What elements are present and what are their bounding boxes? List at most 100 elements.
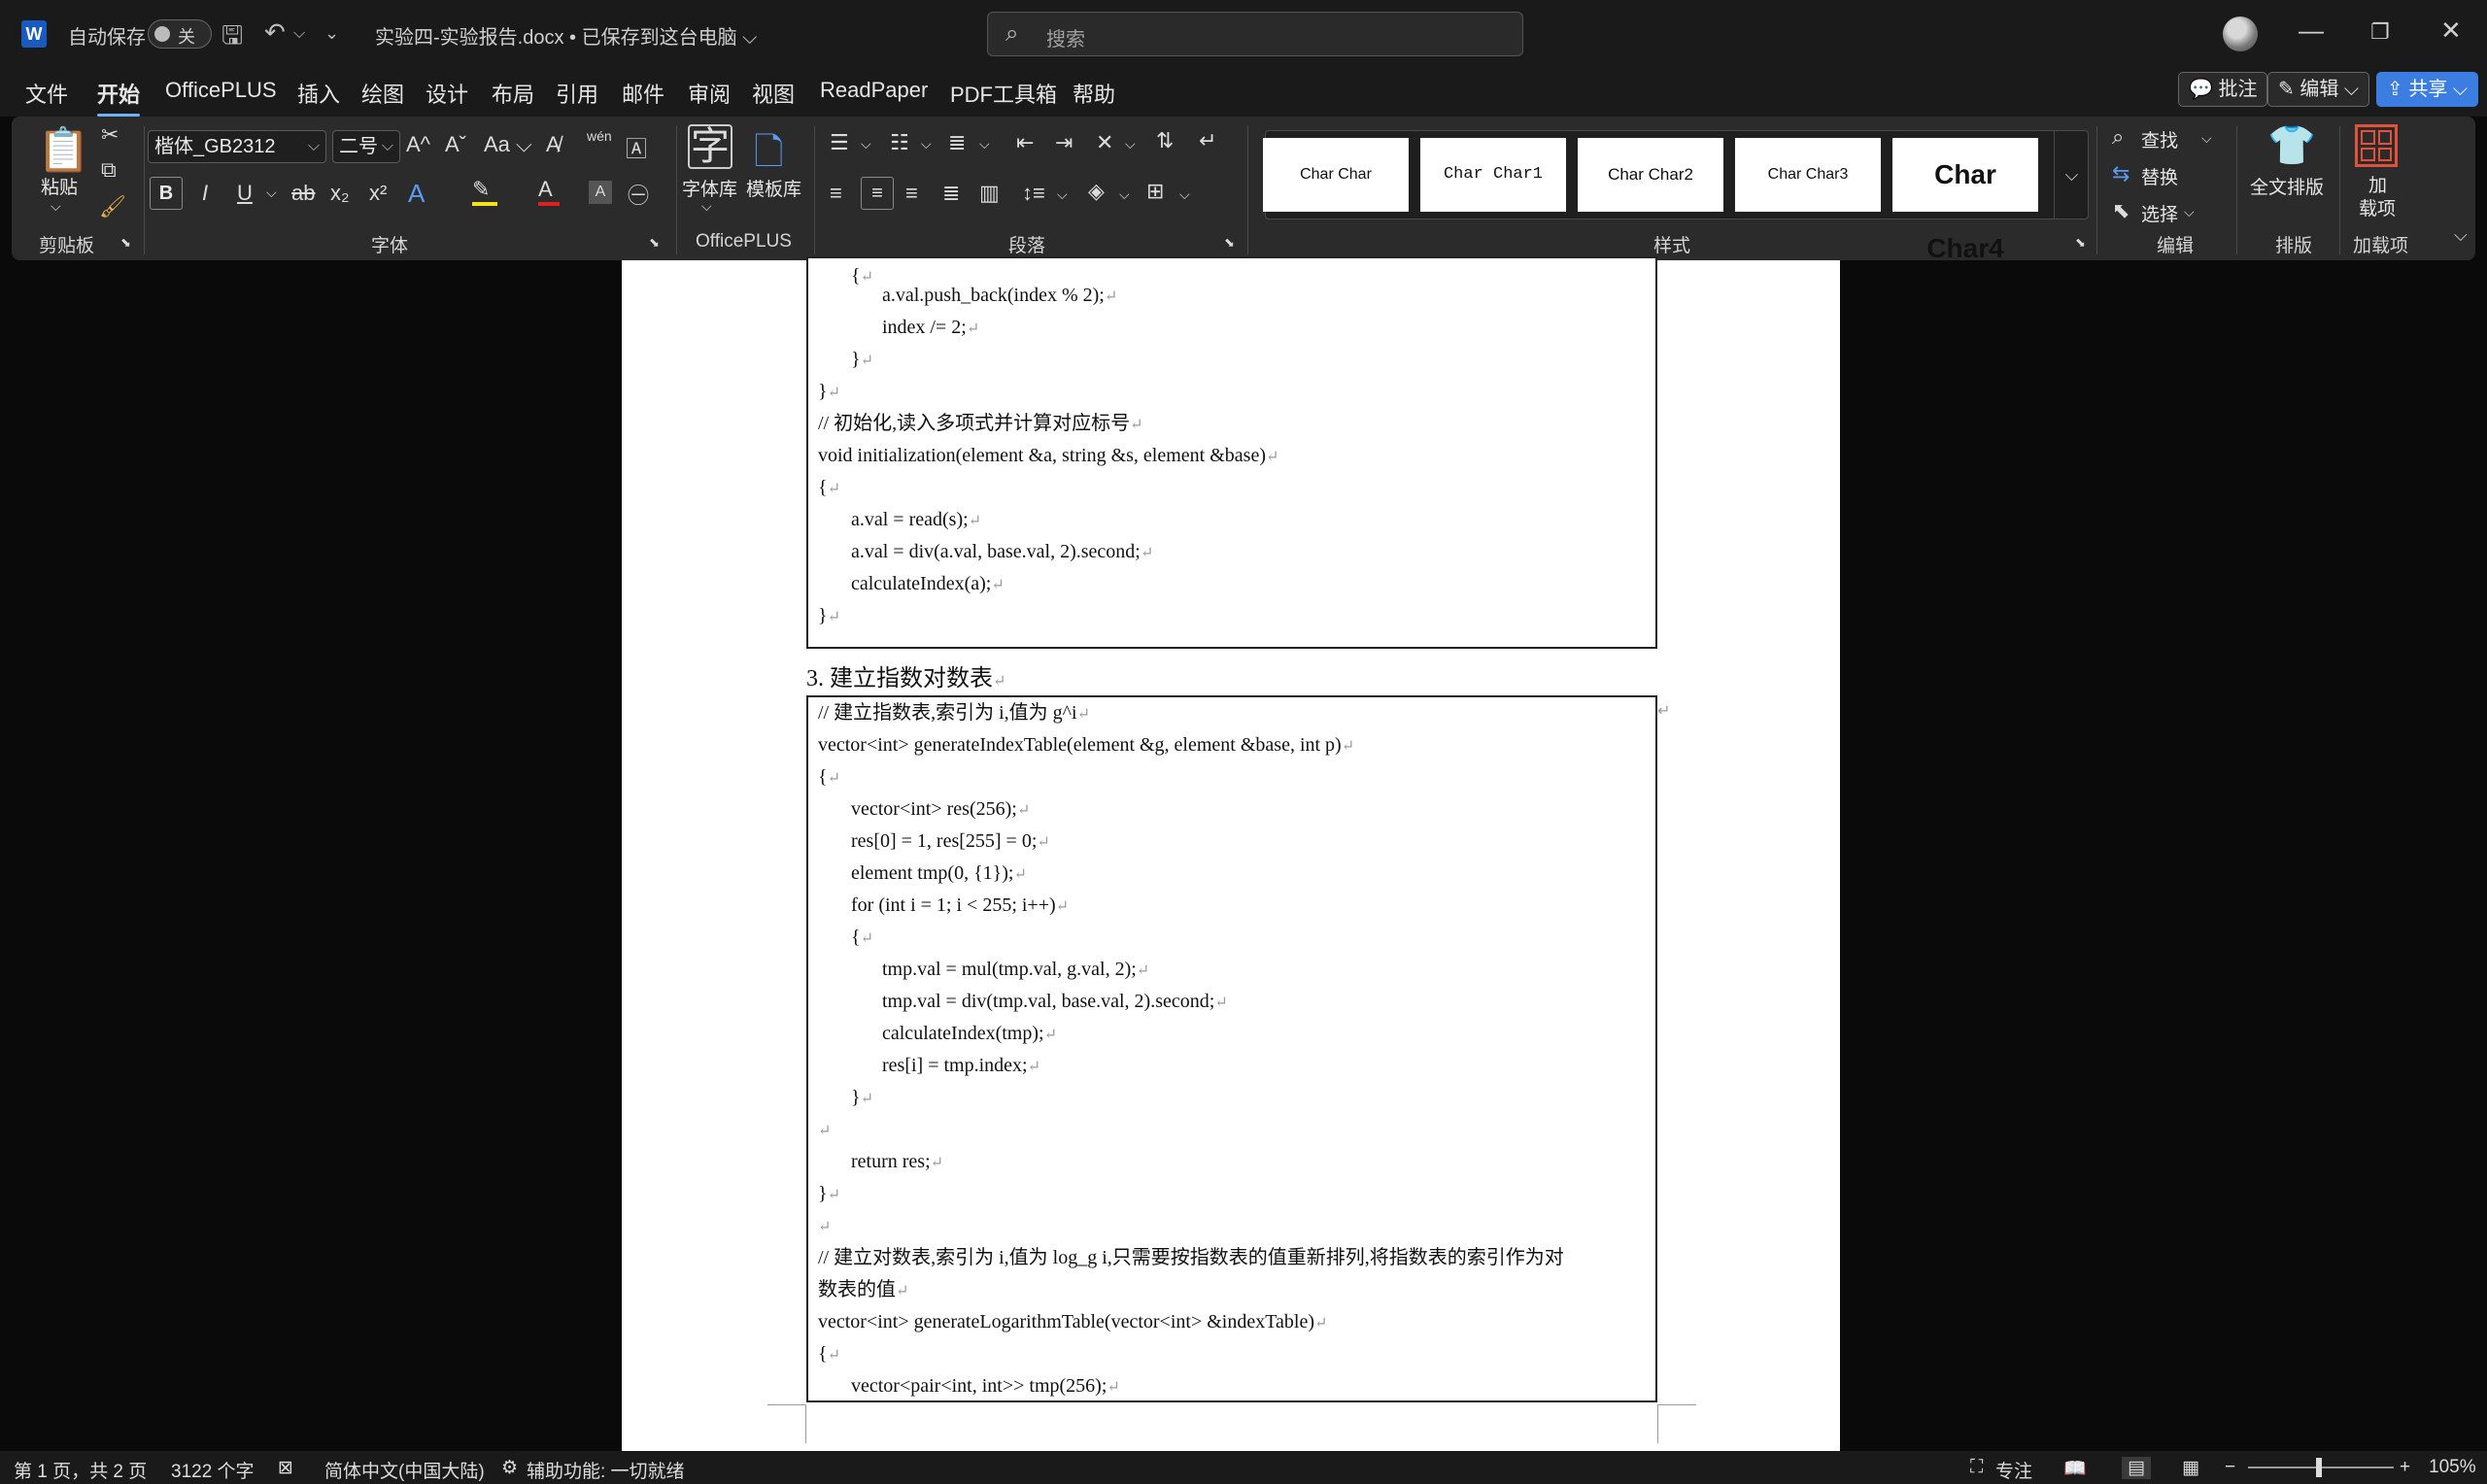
borders-dropdown-icon[interactable]: ⌵ bbox=[1179, 186, 1190, 203]
tab-readpaper[interactable]: ReadPaper bbox=[820, 78, 928, 103]
tab-home[interactable]: 开始 bbox=[97, 78, 141, 117]
proofing-icon[interactable]: ⊠ bbox=[278, 1457, 293, 1479]
style-char-char3[interactable]: Char Char3 bbox=[1735, 138, 1881, 212]
clear-formatting-icon[interactable]: A̸ bbox=[546, 132, 561, 157]
word-app-icon[interactable]: W bbox=[21, 20, 47, 48]
font-family-select[interactable]: 楷体_GB2312 ⌵ bbox=[148, 130, 326, 163]
increase-indent-icon[interactable]: ⇥ bbox=[1055, 130, 1073, 155]
avatar[interactable] bbox=[2223, 17, 2258, 51]
decrease-font-icon[interactable]: Aˇ bbox=[445, 132, 466, 157]
italic-button[interactable]: I bbox=[202, 181, 208, 206]
text-effects-icon[interactable]: A bbox=[408, 179, 425, 209]
justify-icon[interactable]: ≣ bbox=[942, 181, 960, 206]
shading-icon[interactable]: ◈ bbox=[1088, 179, 1105, 204]
style-char-char4[interactable]: Char Char4 bbox=[1892, 138, 2038, 263]
highlight-icon[interactable]: ✎ bbox=[472, 177, 497, 206]
tab-mailings[interactable]: 邮件 bbox=[622, 78, 664, 109]
undo-icon[interactable]: ↶ bbox=[264, 17, 286, 48]
font-launcher-icon[interactable]: ⬊ bbox=[649, 235, 660, 251]
copy-icon[interactable]: ⧉ bbox=[101, 157, 117, 183]
paste-icon[interactable]: 📋 bbox=[37, 124, 90, 175]
line-spacing-icon[interactable]: ↕≡ bbox=[1022, 181, 1045, 206]
find-icon[interactable]: ⌕ bbox=[2112, 124, 2124, 150]
font-library-dropdown-icon[interactable]: ⌵ bbox=[701, 198, 712, 215]
collapse-ribbon-icon[interactable]: ⌵ bbox=[2454, 225, 2468, 246]
edit-mode-button[interactable]: ✎ 编辑 ⌵ bbox=[2267, 72, 2370, 107]
save-icon[interactable]: 🖫 bbox=[221, 17, 243, 60]
decrease-indent-icon[interactable]: ⇤ bbox=[1016, 130, 1034, 155]
line-spacing-dropdown-icon[interactable]: ⌵ bbox=[1057, 186, 1068, 203]
phonetic-guide-icon[interactable]: wén bbox=[587, 128, 612, 144]
font-library-label[interactable]: 字体库 bbox=[682, 175, 737, 201]
document-title[interactable]: 实验四-实验报告.docx • 已保存到这台电脑 ⌵ bbox=[375, 21, 757, 50]
multilevel-list-icon[interactable]: ≣ bbox=[948, 130, 966, 155]
paragraph-launcher-icon[interactable]: ⬊ bbox=[1224, 235, 1235, 251]
font-size-select[interactable]: 二号 ⌵ bbox=[332, 130, 400, 163]
restore-icon[interactable]: ❐ bbox=[2370, 19, 2390, 45]
subscript-button[interactable]: x₂ bbox=[330, 181, 350, 206]
font-color-icon[interactable]: A bbox=[538, 177, 560, 206]
addins-label-line2[interactable]: 载项 bbox=[2359, 194, 2396, 220]
template-library-label[interactable]: 模板库 bbox=[746, 175, 801, 201]
superscript-button[interactable]: x² bbox=[369, 181, 387, 206]
character-border-icon[interactable]: 🄰 bbox=[626, 132, 647, 163]
zoom-slider-thumb[interactable] bbox=[2316, 1458, 2322, 1477]
borders-icon[interactable]: ⊞ bbox=[1146, 179, 1164, 204]
search-input[interactable]: ⌕ 搜索 bbox=[987, 12, 1523, 56]
styles-more-icon[interactable]: ⌵ bbox=[2054, 130, 2089, 219]
tab-file[interactable]: 文件 bbox=[25, 78, 68, 109]
tab-layout[interactable]: 布局 bbox=[492, 78, 534, 109]
numbering-icon[interactable]: ☷ bbox=[890, 130, 909, 155]
page-count[interactable]: 第 1 页，共 2 页 bbox=[14, 1457, 147, 1483]
increase-font-icon[interactable]: A^ bbox=[406, 132, 430, 157]
zoom-level[interactable]: 105% bbox=[2429, 1457, 2476, 1478]
styles-launcher-icon[interactable]: ⬊ bbox=[2075, 235, 2086, 251]
style-char-char1[interactable]: Char Char1 bbox=[1420, 138, 1566, 212]
share-button[interactable]: ⇪ 共享 ⌵ bbox=[2376, 72, 2479, 107]
zoom-out-icon[interactable]: − bbox=[2225, 1457, 2235, 1478]
numbering-dropdown-icon[interactable]: ⌵ bbox=[921, 136, 932, 152]
tab-draw[interactable]: 绘图 bbox=[361, 78, 404, 109]
language-status[interactable]: 简体中文(中国大陆) bbox=[324, 1457, 485, 1483]
find-dropdown-icon[interactable]: ⌵ bbox=[2201, 130, 2212, 147]
multilevel-dropdown-icon[interactable]: ⌵ bbox=[979, 136, 990, 152]
comment-button[interactable]: 💬 批注 bbox=[2178, 72, 2268, 107]
underline-dropdown-icon[interactable]: ⌵ bbox=[266, 185, 277, 201]
chinese-layout-icon[interactable]: ✕ bbox=[1096, 130, 1113, 155]
web-layout-icon[interactable]: ▦ bbox=[2182, 1457, 2199, 1479]
tab-help[interactable]: 帮助 bbox=[1073, 78, 1115, 109]
distributed-icon[interactable]: ▥ bbox=[979, 181, 1000, 206]
read-mode-icon[interactable]: 📖 bbox=[2063, 1457, 2087, 1480]
print-layout-icon[interactable]: ▤ bbox=[2122, 1457, 2151, 1479]
tab-view[interactable]: 视图 bbox=[752, 78, 795, 109]
accessibility-status[interactable]: 辅助功能: 一切就绪 bbox=[527, 1457, 685, 1483]
bullets-icon[interactable]: ☰ bbox=[830, 130, 849, 155]
document-page[interactable]: {↵ a.val.push_back(index % 2);↵ index /=… bbox=[622, 256, 1840, 1451]
tab-officeplus[interactable]: OfficePLUS bbox=[165, 78, 277, 103]
focus-icon[interactable]: ⛶ bbox=[1970, 1457, 1983, 1478]
zoom-in-icon[interactable]: + bbox=[2400, 1457, 2410, 1478]
tab-references[interactable]: 引用 bbox=[556, 78, 598, 109]
bold-button[interactable]: B bbox=[150, 177, 183, 210]
full-layout-icon[interactable]: 👕 bbox=[2267, 122, 2316, 168]
tab-pdf-tools[interactable]: PDF工具箱 bbox=[950, 78, 1057, 109]
select-dropdown-icon[interactable]: ⌵ bbox=[2184, 204, 2195, 220]
tab-design[interactable]: 设计 bbox=[426, 78, 468, 109]
customize-toolbar-icon[interactable]: ⌄ bbox=[324, 23, 339, 44]
align-left-icon[interactable]: ≡ bbox=[830, 181, 842, 206]
chinese-layout-dropdown-icon[interactable]: ⌵ bbox=[1125, 136, 1136, 152]
clipboard-launcher-icon[interactable]: ⬊ bbox=[120, 235, 131, 251]
enclose-characters-icon[interactable]: ㊀ bbox=[628, 179, 649, 210]
minimize-icon[interactable]: — bbox=[2299, 16, 2324, 46]
find-button[interactable]: 查找 bbox=[2141, 126, 2178, 152]
character-shading-icon[interactable]: A bbox=[589, 181, 612, 204]
undo-dropdown-icon[interactable]: ⌵ bbox=[293, 25, 305, 43]
replace-icon[interactable]: ⇆ bbox=[2112, 161, 2129, 186]
select-icon[interactable]: ⬉ bbox=[2112, 198, 2129, 223]
full-layout-button[interactable]: 全文排版 bbox=[2250, 173, 2324, 199]
addins-icon[interactable] bbox=[2355, 124, 2398, 167]
style-char-char2[interactable]: Char Char2 bbox=[1578, 138, 1723, 212]
shading-dropdown-icon[interactable]: ⌵ bbox=[1119, 186, 1130, 203]
paste-dropdown-icon[interactable]: ⌵ bbox=[51, 198, 61, 215]
bullets-dropdown-icon[interactable]: ⌵ bbox=[861, 136, 871, 152]
